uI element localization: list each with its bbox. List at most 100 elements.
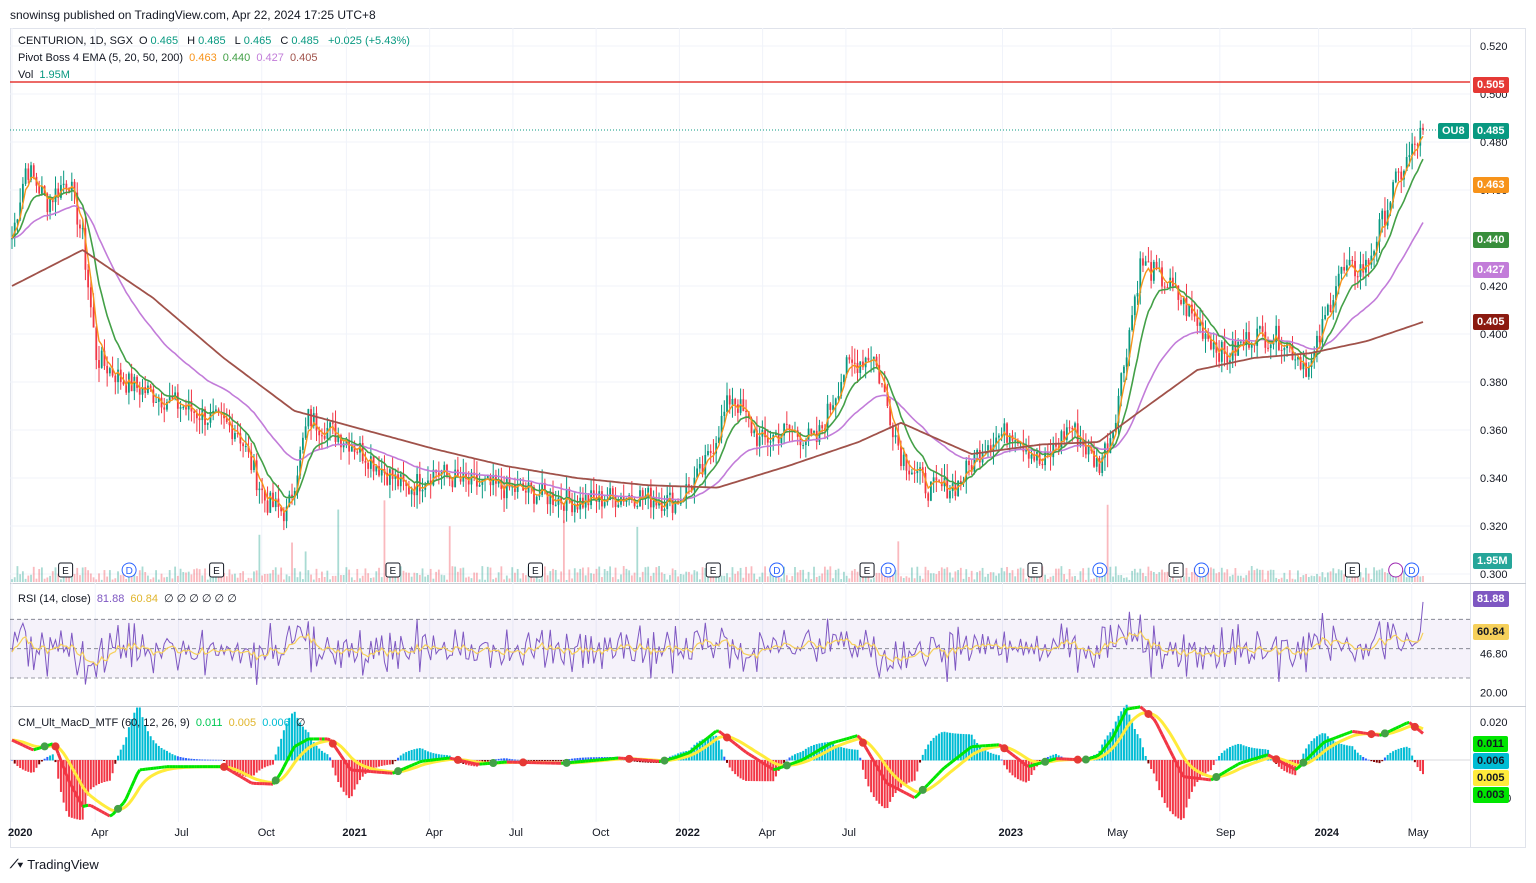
macd-hist-bar xyxy=(1237,743,1240,761)
macd-line-segment xyxy=(33,747,37,752)
candle-body xyxy=(217,409,220,412)
volume-bar xyxy=(323,576,326,582)
volume-bar xyxy=(731,567,734,582)
macd-hist-bar xyxy=(840,747,843,761)
volume-bar xyxy=(579,568,582,582)
macd-hist-bar xyxy=(318,748,321,761)
symbol-label[interactable]: CENTURION, 1D, SGX xyxy=(18,35,133,47)
macd-line-segment xyxy=(843,737,848,741)
macd-line-segment xyxy=(1324,739,1329,744)
macd-hist-bar xyxy=(114,760,117,764)
volume-bar xyxy=(690,574,693,582)
volume-bar xyxy=(291,542,293,582)
macd-hist-bar xyxy=(913,760,916,781)
macd-line-segment xyxy=(1340,733,1345,737)
macd-line-segment xyxy=(680,753,685,758)
candle-body xyxy=(916,470,919,474)
macd-line-segment xyxy=(775,766,780,771)
volume-bar xyxy=(84,567,87,582)
macd-hist-bar xyxy=(948,732,951,761)
macd-cross-dot xyxy=(453,755,462,764)
macd-hist-bar xyxy=(989,752,992,761)
dividend-event-label: D xyxy=(1096,566,1103,577)
volume-bar xyxy=(976,572,979,582)
macd-cross-dot xyxy=(114,804,123,813)
rsi-legend[interactable]: RSI (14, close) 81.88 60.84 ∅ ∅ ∅ ∅ ∅ ∅ xyxy=(18,592,240,605)
volume-bar xyxy=(1158,572,1161,582)
volume-bar xyxy=(878,572,881,582)
volume-bar xyxy=(1248,570,1250,582)
macd-line-segment xyxy=(1221,770,1226,776)
volume-bar xyxy=(1367,573,1370,582)
volume-bar xyxy=(611,577,614,582)
macd-line-segment xyxy=(95,807,100,812)
macd-line-segment xyxy=(1223,769,1229,774)
rsi-extra: ∅ ∅ ∅ ∅ ∅ ∅ xyxy=(164,593,237,605)
macd-line-segment xyxy=(677,754,682,759)
candle-body xyxy=(894,435,897,438)
volume-bar xyxy=(981,567,984,582)
volume-bar xyxy=(149,579,152,582)
macd-hist-bar xyxy=(378,760,381,767)
macd-line-segment xyxy=(1254,756,1258,761)
macd-hist-bar xyxy=(165,750,168,761)
volume-bar xyxy=(1079,571,1082,582)
volume-bar xyxy=(1310,575,1313,582)
volume-bar xyxy=(723,575,726,582)
macd-hist-bar xyxy=(103,760,106,783)
macd-hist-bar xyxy=(508,758,511,761)
ema-legend[interactable]: Pivot Boss 4 EMA (5, 20, 50, 200) 0.463 … xyxy=(18,52,320,64)
volume-bar xyxy=(1245,575,1248,582)
macd-line-segment xyxy=(124,791,131,800)
candle-body xyxy=(388,469,391,485)
dividend-event-label: D xyxy=(885,566,892,577)
tradingview-logo[interactable]: ⟋▾ TradingView xyxy=(10,857,99,872)
macd-hist-bar xyxy=(500,758,503,761)
macd-hist-bar xyxy=(1136,734,1139,761)
macd-hist-bar xyxy=(372,760,375,769)
volume-bar xyxy=(1362,577,1365,582)
macd-line-segment xyxy=(709,732,715,737)
macd-hist-bar xyxy=(997,755,1000,761)
macd-hist-bar xyxy=(856,749,859,761)
volume-bar xyxy=(739,567,742,582)
macd-hist-bar xyxy=(1150,760,1153,769)
macd-line-segment xyxy=(282,760,288,768)
macd-hist-bar xyxy=(160,747,163,761)
volume-bar xyxy=(160,573,163,582)
candle-body xyxy=(1180,299,1182,305)
candle-body xyxy=(1014,440,1017,442)
time-tick: 2024 xyxy=(1315,827,1340,839)
candle-body xyxy=(182,406,185,408)
volume-bar xyxy=(1144,576,1147,582)
macd-hist-bar xyxy=(16,760,19,767)
candle-body xyxy=(709,451,712,454)
candle-body xyxy=(1381,210,1384,220)
macd-line-segment xyxy=(1011,753,1017,758)
volume-bar xyxy=(182,572,185,582)
volume-bar xyxy=(1180,578,1182,582)
chart-canvas[interactable]: 0.5200.5000.4800.4600.4400.4200.4000.380… xyxy=(0,0,1536,883)
macd-hist-bar xyxy=(405,752,408,761)
volume-bar xyxy=(1256,568,1259,582)
macd-hist-bar xyxy=(1174,760,1177,817)
macd-hist-bar xyxy=(927,744,930,761)
candle-body xyxy=(1348,259,1351,266)
macd-line-segment xyxy=(1283,762,1288,767)
macd-line-segment xyxy=(688,749,693,755)
close-value: 0.485 xyxy=(291,35,319,47)
volume-bar xyxy=(821,573,824,582)
volume-bar xyxy=(785,575,788,582)
candle-body xyxy=(997,435,1000,438)
earnings-event-label: E xyxy=(532,566,539,577)
volume-legend[interactable]: Vol 1.95M xyxy=(18,69,73,81)
volume-bar xyxy=(554,569,557,582)
candle-body xyxy=(155,401,157,403)
macd-line-segment xyxy=(1262,754,1266,758)
macd-hist-bar xyxy=(1405,746,1408,761)
macd-hist-bar xyxy=(1351,746,1354,761)
macd-legend[interactable]: CM_Ult_MacD_MTF (60, 12, 26, 9) 0.011 0.… xyxy=(18,716,308,729)
macd-hist-bar xyxy=(46,756,49,761)
volume-bar xyxy=(549,571,552,582)
candle-body xyxy=(114,375,117,383)
